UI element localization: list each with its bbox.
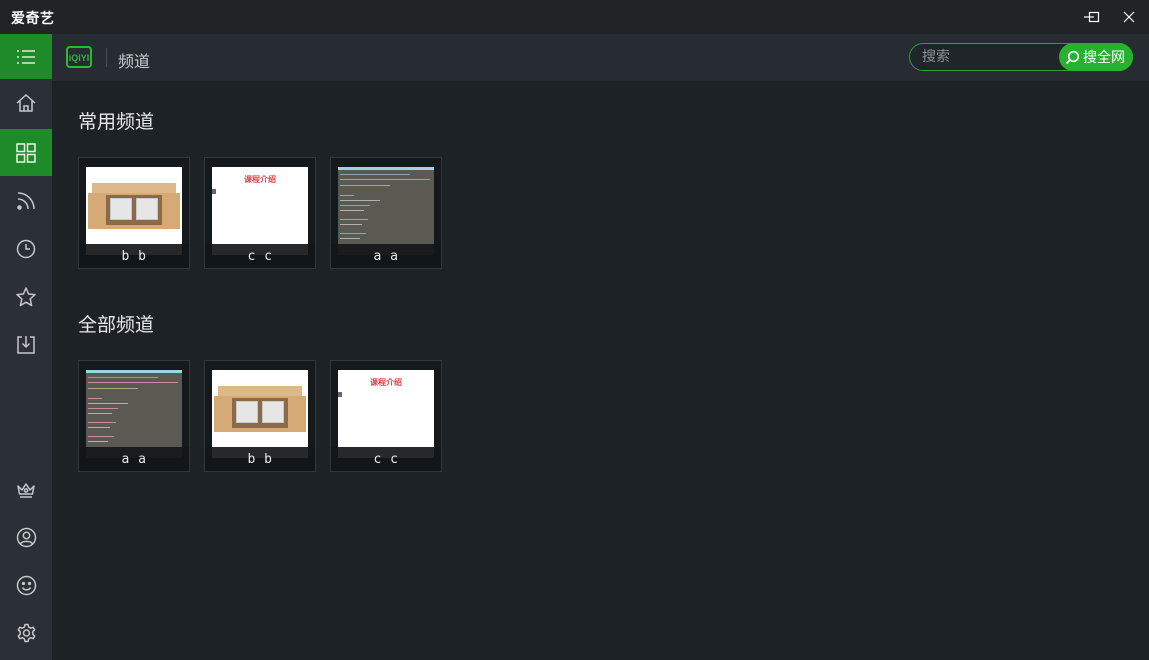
channel-label: a a	[79, 447, 189, 471]
channel-thumbnail	[338, 167, 434, 255]
sidebar-item-home[interactable]	[0, 80, 52, 126]
sidebar-item-favorites[interactable]	[0, 274, 52, 320]
clock-icon	[16, 239, 36, 259]
search-input[interactable]	[922, 46, 1052, 68]
channel-card[interactable]: 课程介绍 c c	[204, 157, 316, 269]
channel-label: b b	[205, 447, 315, 471]
channel-card[interactable]: a a	[78, 360, 190, 472]
star-icon	[16, 287, 36, 307]
maximize-button[interactable]	[1074, 0, 1114, 34]
sidebar-item-downloads[interactable]	[0, 322, 52, 368]
section-title-frequent: 常用频道	[78, 111, 155, 133]
close-icon	[1123, 11, 1135, 23]
all-channel-grid: a a b b 课程介绍 c c	[78, 360, 442, 472]
title-bar: 爱奇艺	[0, 0, 1149, 34]
crown-icon	[17, 483, 35, 498]
thumbnail-text: 课程介绍	[244, 175, 276, 184]
channel-card[interactable]: b b	[78, 157, 190, 269]
thumbnail-text: 课程介绍	[370, 378, 402, 387]
menu-icon	[17, 49, 35, 64]
page-title: 频道	[118, 52, 151, 71]
app-window: 爱奇艺 iQIYI 频道 搜索 搜全网 常用频道 b b 课程介绍 c c a …	[0, 0, 1149, 660]
search-all-button[interactable]: 搜全网	[1059, 43, 1133, 71]
sidebar-item-history[interactable]	[0, 226, 52, 272]
channel-label: b b	[79, 244, 189, 268]
channel-thumbnail	[212, 370, 308, 458]
search-all-label: 搜全网	[1083, 50, 1125, 66]
frequent-channel-grid: b b 课程介绍 c c a a	[78, 157, 442, 269]
channel-label: a a	[331, 244, 441, 268]
search-box: 搜全网	[909, 43, 1133, 71]
section-title-all: 全部频道	[78, 314, 155, 336]
home-icon	[16, 93, 36, 112]
smile-icon	[16, 575, 36, 595]
sidebar-item-feed[interactable]	[0, 178, 52, 224]
top-header: iQIYI 频道 搜全网	[52, 34, 1149, 81]
channel-thumbnail: 课程介绍	[212, 167, 308, 255]
close-button[interactable]	[1109, 0, 1149, 34]
search-icon	[1065, 50, 1080, 64]
header-divider	[106, 48, 107, 67]
sidebar-item-feedback[interactable]	[0, 562, 52, 608]
svg-text:iQIYI: iQIYI	[69, 53, 90, 63]
sidebar-item-account[interactable]	[0, 514, 52, 560]
iqiyi-logo: iQIYI	[66, 46, 92, 68]
sidebar-item-channels[interactable]	[0, 129, 52, 176]
channel-thumbnail	[86, 167, 182, 255]
channel-thumbnail: 课程介绍	[338, 370, 434, 458]
channel-thumbnail	[86, 370, 182, 458]
channel-card[interactable]: a a	[330, 157, 442, 269]
app-title: 爱奇艺	[11, 11, 55, 27]
main-content: 常用频道 b b 课程介绍 c c a a 全部频道 a a b b 课程介绍 …	[52, 81, 1149, 660]
channel-label: c c	[205, 244, 315, 268]
sidebar-item-settings[interactable]	[0, 610, 52, 656]
gear-icon	[17, 623, 35, 642]
channel-card[interactable]: b b	[204, 360, 316, 472]
sidebar-item-vip[interactable]	[0, 467, 52, 513]
download-icon	[17, 336, 35, 354]
channel-card[interactable]: 课程介绍 c c	[330, 360, 442, 472]
maximize-icon	[1088, 11, 1100, 23]
user-icon	[16, 527, 36, 547]
grid-icon	[16, 142, 36, 163]
left-sidebar	[0, 34, 52, 660]
sidebar-item-menu[interactable]	[0, 34, 52, 79]
channel-label: c c	[331, 447, 441, 471]
rss-icon	[17, 192, 35, 210]
